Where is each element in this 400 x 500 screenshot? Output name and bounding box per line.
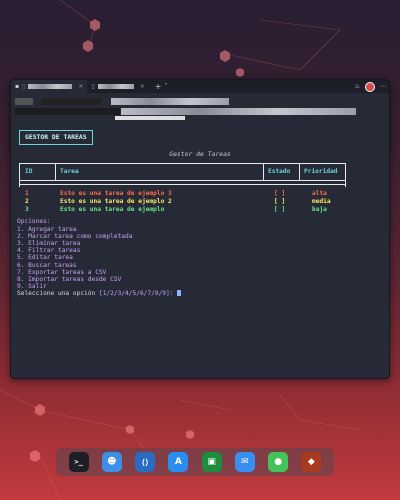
close-tab-icon[interactable]: ×	[78, 83, 83, 90]
row-3-id: 3	[25, 206, 29, 214]
tasks-table: ID Tarea Estado Prioridad 1 Esto es una …	[19, 160, 349, 214]
text-cursor	[177, 290, 182, 297]
row-2-priority: media	[312, 198, 331, 206]
col-header-priority: Prioridad	[304, 168, 338, 176]
menu-item: 6. Buscar tareas	[17, 261, 77, 269]
close-tab-icon-2[interactable]: ×	[140, 83, 145, 90]
table-col-divider	[55, 163, 56, 181]
col-header-id: ID	[25, 168, 33, 176]
input-prompt[interactable]: Seleccione una opción [1/2/3/4/5/6/7/8/9…	[17, 290, 383, 297]
table-border-top	[19, 163, 345, 165]
prompt-options: [1/2/3/4/5/6/7/8/9]:	[98, 290, 174, 298]
mail-icon[interactable]: ✉	[234, 452, 255, 472]
terminal-icon[interactable]: >_	[68, 452, 89, 472]
tab-title-redacted	[28, 84, 73, 89]
app-store-icon[interactable]: A	[168, 452, 189, 472]
menu-item: 5. Editar tarea	[17, 254, 73, 262]
row-1-status: [ ]	[274, 190, 286, 198]
redacted-line	[111, 98, 229, 105]
table-col-divider	[299, 163, 300, 181]
menu-heading: Opciones:	[17, 218, 51, 226]
menu-item: 8. Importar tareas desde CSV	[17, 276, 122, 284]
google-classroom-icon[interactable]: ▣	[201, 452, 222, 472]
flame-icon[interactable]: ♨	[355, 83, 360, 90]
redacted-line	[15, 108, 120, 115]
tab-second[interactable]: ▯ ×	[87, 80, 148, 93]
table-col-divider	[263, 163, 264, 181]
dock: >_ ☻ ⟨⟩ A ▣ ✉ ● ◆	[56, 448, 334, 476]
tab-title-redacted-2	[97, 84, 134, 89]
row-3-priority: baja	[312, 206, 327, 214]
messages-icon[interactable]: ●	[268, 452, 289, 472]
more-options-button[interactable]: ⋯	[380, 83, 386, 90]
finder-face-icon[interactable]: ☻	[101, 452, 122, 472]
menu-item: 7. Exportar tareas a CSV	[17, 268, 107, 276]
table-border-body	[19, 184, 345, 186]
row-3-status: [ ]	[274, 206, 286, 214]
options-menu: Opciones: 1. Agregar tarea 2. Marcar tar…	[17, 218, 383, 290]
redacted-header	[11, 93, 389, 123]
row-1-id: 1	[25, 190, 29, 198]
col-header-status: Estado	[268, 168, 291, 176]
table-caption: Gestor de Tareas	[169, 150, 231, 159]
menu-item: 1. Agregar tarea	[17, 225, 77, 233]
row-1-priority: alta	[312, 190, 327, 198]
prompt-text: Seleccione una opción	[17, 290, 99, 298]
new-tab-button[interactable]: +	[155, 82, 162, 91]
table-border-left	[19, 163, 20, 188]
terminal-icon: ▯	[91, 83, 95, 90]
window-icon: ▪	[15, 83, 20, 90]
tab-dropdown-button[interactable]: ˅	[164, 83, 167, 90]
col-header-task: Tarea	[60, 168, 79, 176]
vscode-icon[interactable]: ⟨⟩	[135, 452, 156, 472]
redacted-line	[115, 116, 185, 120]
terminal-content[interactable]: GESTOR DE TAREAS Gestor de Tareas ID Tar…	[11, 123, 389, 298]
menu-item: 3. Eliminar tarea	[17, 240, 81, 248]
tab-active[interactable]: ▪ ▯ ×	[11, 80, 88, 93]
row-1-task: Esto es una tarea de ejemplo 3	[60, 190, 172, 198]
game-icon[interactable]: ◆	[301, 452, 322, 472]
table-border-right	[345, 163, 346, 188]
redacted-line	[41, 98, 101, 105]
menu-item: 2. Marcar tarea como completada	[17, 232, 133, 240]
table-border-header	[19, 180, 345, 182]
menu-item: 4. Filtrar tareas	[17, 247, 81, 255]
window-titlebar: ▪ ▯ × ▯ × + ˅ ♨ ⋯	[11, 80, 389, 93]
app-title-box: GESTOR DE TAREAS	[19, 130, 93, 146]
redacted-line	[121, 108, 356, 115]
terminal-window: ▪ ▯ × ▯ × + ˅ ♨ ⋯ GESTOR DE TAREAS Gesto…	[10, 79, 390, 379]
tab-divider-icon: ▯	[22, 83, 26, 90]
redacted-line	[15, 98, 33, 105]
row-3-task: Esto es una tarea de ejemplo	[60, 206, 165, 214]
avatar[interactable]	[365, 81, 375, 92]
row-2-status: [ ]	[274, 198, 286, 206]
row-2-id: 2	[25, 198, 29, 206]
row-2-task: Esto es una tarea de ejemplo 2	[60, 198, 172, 206]
